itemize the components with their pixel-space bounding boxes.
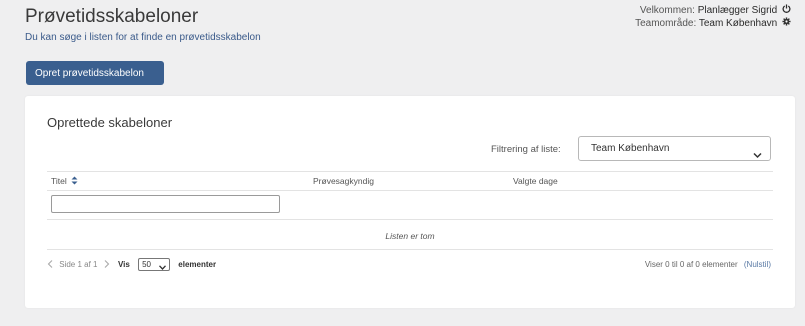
gear-icon[interactable]: [782, 17, 791, 30]
results-info: Viser 0 til 0 af 0 elementer (Nulstil): [645, 260, 771, 269]
filter-label: Filtrering af liste:: [491, 144, 561, 155]
chevron-down-icon: [159, 262, 167, 273]
table-header: Titel Prøvesagkyndig Valgte dage: [47, 171, 773, 191]
page-info: Side 1 af 1: [59, 260, 98, 269]
page-subtitle: Du kan søge i listen for at finde en prø…: [25, 32, 261, 43]
elements-label: elementer: [178, 260, 217, 269]
team-filter-value: Team København: [591, 143, 670, 154]
team-filter-select[interactable]: Team København: [578, 136, 771, 161]
per-page-select[interactable]: 50: [138, 258, 171, 273]
column-examiner-header: Prøvesagkyndig: [313, 176, 374, 186]
next-page-icon[interactable]: [104, 259, 110, 270]
empty-table-row: Listen er tom: [47, 220, 773, 250]
sort-icon[interactable]: [71, 176, 78, 187]
title-search-input[interactable]: [51, 195, 280, 213]
per-page-value: 50: [142, 260, 151, 270]
user-name[interactable]: Planlægger Sigrid: [698, 5, 778, 16]
prev-page-icon[interactable]: [47, 259, 53, 270]
user-info: Velkommen: Planlægger Sigrid Teamområde:…: [635, 4, 791, 30]
reset-link[interactable]: (Nulstil): [744, 260, 771, 269]
welcome-label: Velkommen:: [639, 5, 695, 17]
column-selected-days-header: Valgte dage: [513, 176, 558, 186]
team-name[interactable]: Team København: [699, 18, 777, 29]
empty-list-text: Listen er tom: [385, 231, 435, 241]
panel-title: Oprettede skabeloner: [47, 115, 173, 130]
chevron-down-icon: [753, 145, 762, 168]
create-template-button[interactable]: Opret prøvetidsskabelon: [26, 61, 164, 85]
power-icon[interactable]: [782, 4, 791, 17]
templates-panel: Oprettede skabeloner Filtrering af liste…: [25, 96, 795, 308]
team-label: Teamområde:: [635, 18, 697, 30]
column-title-header[interactable]: Titel: [51, 176, 78, 187]
results-count: Viser 0 til 0 af 0 elementer: [644, 260, 738, 269]
page-title: Prøvetidsskabeloner: [25, 6, 199, 27]
pagination: Side 1 af 1 Vis 50 elementer: [47, 258, 216, 271]
table-filter-row: [47, 190, 773, 220]
show-label: Vis: [117, 260, 130, 269]
